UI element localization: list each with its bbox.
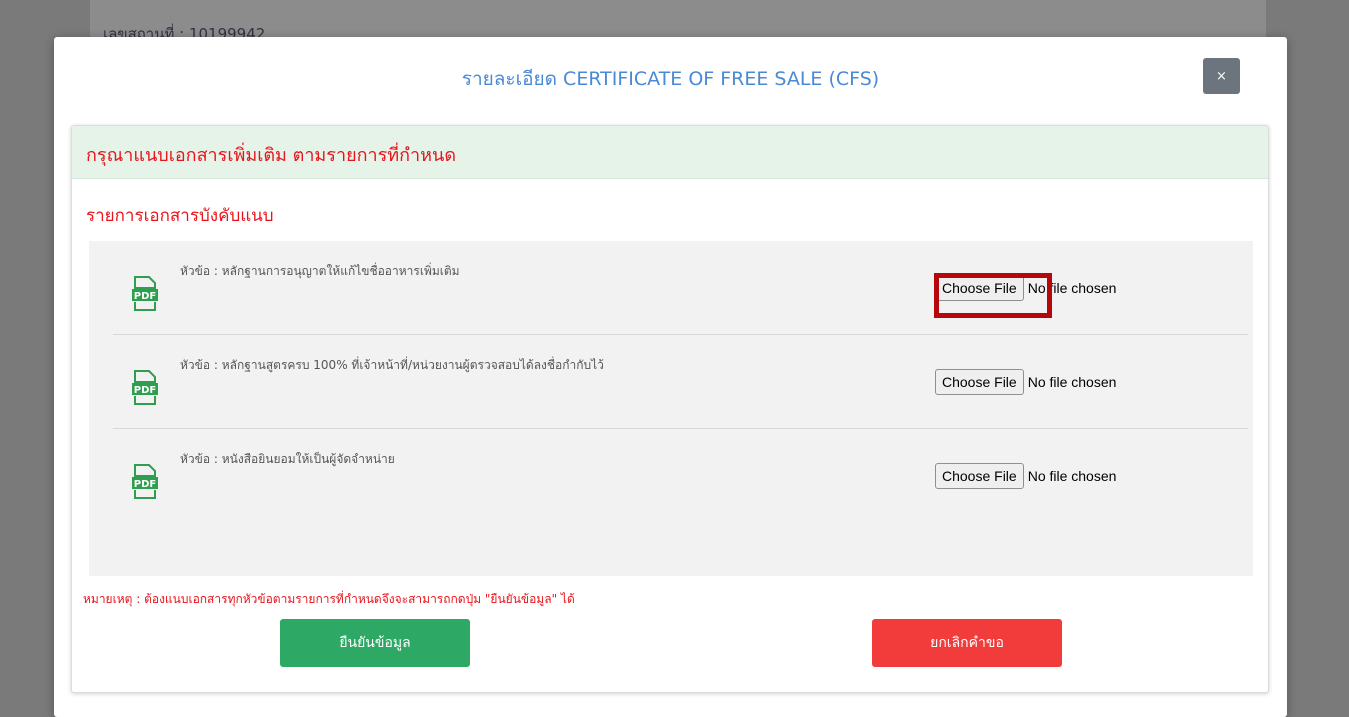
document-row: PDF หัวข้อ : หนังสือยินยอมให้เป็นผู้จัดจ… [113, 429, 1248, 522]
document-list: PDF หัวข้อ : หลักฐานการอนุญาตให้แก้ไขชื่… [89, 241, 1253, 576]
panel-heading: กรุณาแนบเอกสารเพิ่มเติม ตามรายการที่กำหน… [86, 145, 457, 166]
pdf-icon: PDF [132, 370, 158, 405]
pdf-icon: PDF [132, 464, 158, 499]
choose-file-button[interactable]: Choose File [935, 369, 1024, 395]
note-text: หมายเหตุ : ต้องแนบเอกสารทุกหัวข้อตามรายก… [83, 592, 575, 606]
document-label: หัวข้อ : หลักฐานสูตรครบ 100% ที่เจ้าหน้า… [180, 358, 604, 372]
pdf-icon: PDF [132, 276, 158, 311]
file-status: No file chosen [1027, 468, 1117, 484]
svg-text:PDF: PDF [134, 479, 156, 490]
attachment-panel: กรุณาแนบเอกสารเพิ่มเติม ตามรายการที่กำหน… [71, 125, 1269, 693]
required-docs-title: รายการเอกสารบังคับแนบ [86, 206, 274, 226]
document-label: หัวข้อ : หลักฐานการอนุญาตให้แก้ไขชื่ออาห… [180, 264, 460, 278]
document-label: หัวข้อ : หนังสือยินยอมให้เป็นผู้จัดจำหน่… [180, 452, 395, 466]
document-row: PDF หัวข้อ : หลักฐานสูตรครบ 100% ที่เจ้า… [113, 335, 1248, 429]
cancel-request-button[interactable]: ยกเลิกคำขอ [872, 619, 1062, 667]
highlight-box [934, 273, 1052, 318]
svg-text:PDF: PDF [134, 385, 156, 396]
svg-text:PDF: PDF [134, 291, 156, 302]
file-input[interactable]: Choose File No file chosen [935, 463, 1116, 489]
panel-header: กรุณาแนบเอกสารเพิ่มเติม ตามรายการที่กำหน… [72, 126, 1268, 179]
modal-title: รายละเอียด CERTIFICATE OF FREE SALE (CFS… [461, 68, 880, 90]
background-page [90, 0, 1266, 40]
confirm-button[interactable]: ยืนยันข้อมูล [280, 619, 470, 667]
close-button[interactable]: × [1203, 58, 1240, 94]
file-input[interactable]: Choose File No file chosen [935, 369, 1116, 395]
file-status: No file chosen [1027, 374, 1117, 390]
cfs-modal: รายละเอียด CERTIFICATE OF FREE SALE (CFS… [54, 37, 1287, 717]
choose-file-button[interactable]: Choose File [935, 463, 1024, 489]
document-row: PDF หัวข้อ : หลักฐานการอนุญาตให้แก้ไขชื่… [113, 241, 1248, 335]
